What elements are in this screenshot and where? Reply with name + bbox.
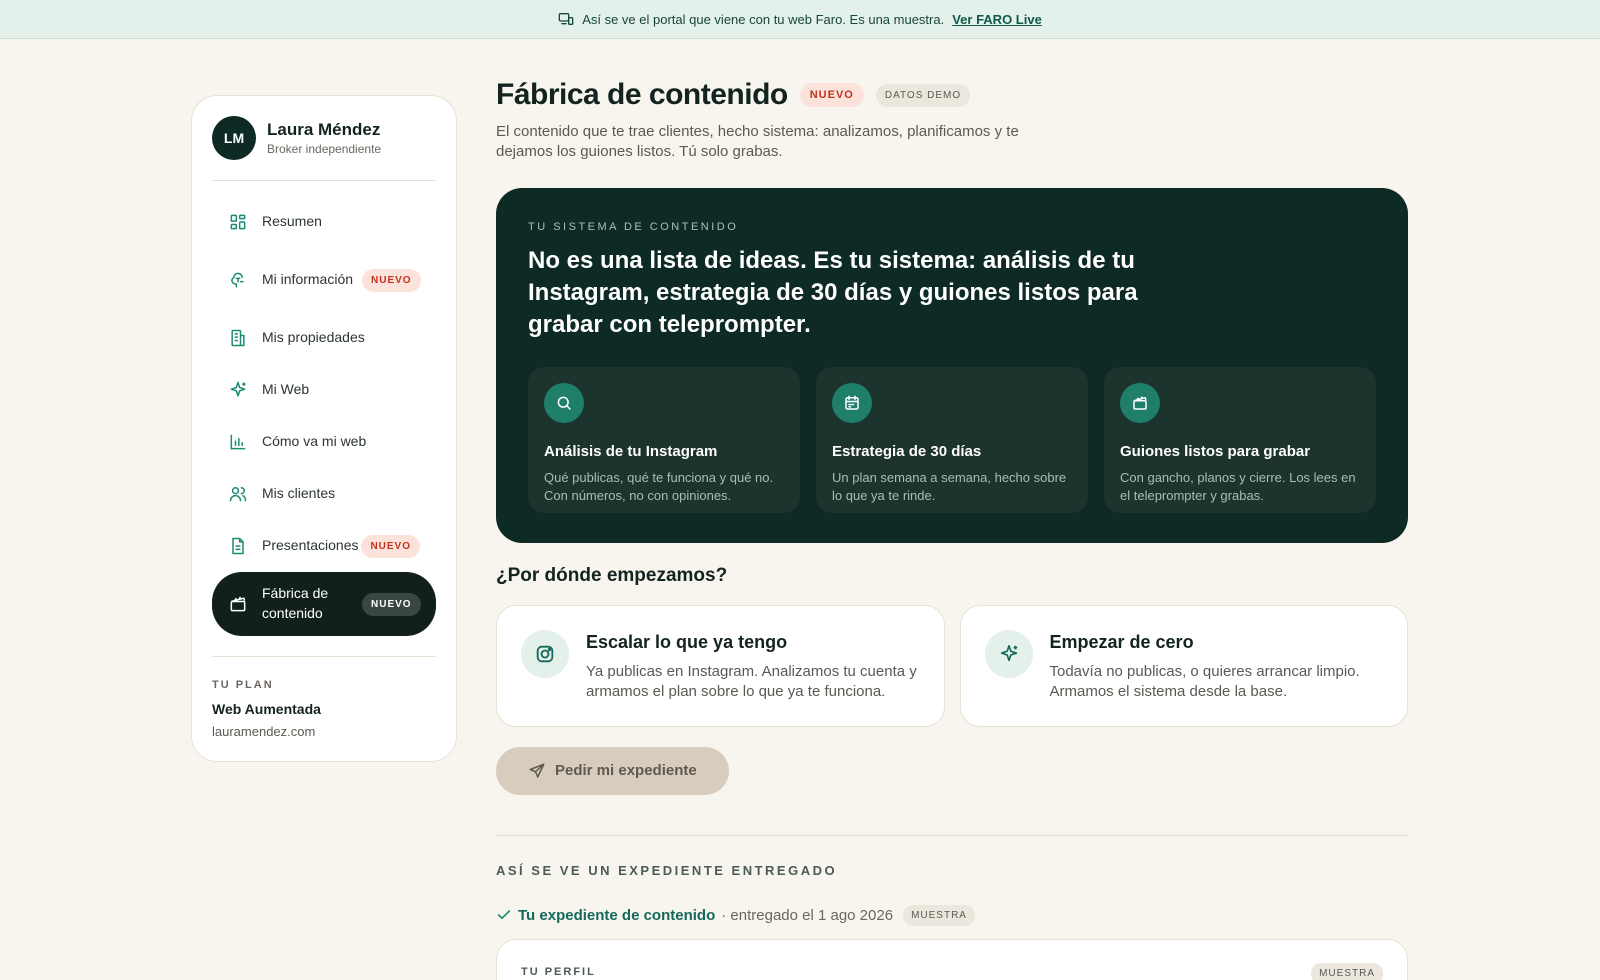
- search-icon: [544, 382, 584, 423]
- option-start-from-zero[interactable]: Empezar de cero Todavía no publicas, o q…: [959, 604, 1408, 727]
- page-subtitle: El contenido que te trae clientes, hecho…: [496, 123, 1019, 161]
- avatar: LM: [212, 116, 256, 160]
- sidebar-item-mis-propiedades[interactable]: Mis propiedades: [212, 312, 436, 364]
- hero-cards: Análisis de tu Instagram Qué publicas, q…: [528, 366, 1376, 513]
- sidebar-item-label: Mi Web: [262, 381, 310, 398]
- start-question: ¿Por dónde empezamos?: [496, 564, 728, 586]
- profile-card-label: TU PERFIL: [521, 966, 596, 978]
- banner-link[interactable]: Ver FARO Live: [952, 12, 1042, 27]
- sidebar: LM Laura Méndez Broker independiente Res…: [191, 95, 457, 762]
- plan-url[interactable]: lauramendez.com: [212, 724, 436, 739]
- main-content: Fábrica de contenido NUEVO DATOS DEMO El…: [496, 78, 1408, 980]
- instagram-icon: [521, 629, 569, 678]
- option-title: Escalar lo que ya tengo: [586, 631, 788, 652]
- sidebar-item-mi-informacion[interactable]: Mi información NUEVO: [212, 248, 436, 312]
- page-title: Fábrica de contenido: [496, 78, 788, 111]
- sidebar-item-como-va-mi-web[interactable]: Cómo va mi web: [212, 416, 436, 468]
- button-label: Pedir mi expediente: [555, 762, 697, 779]
- plan-label: TU PLAN: [212, 679, 274, 691]
- divider: [496, 834, 1408, 836]
- check-icon: [496, 907, 512, 923]
- hero-title: No es una lista de ideas. Es tu sistema:…: [528, 246, 1138, 339]
- feature-card-desc: Con gancho, planos y cierre. Los lees en…: [1120, 469, 1356, 503]
- sidebar-item-mis-clientes[interactable]: Mis clientes: [212, 468, 436, 520]
- feature-card-desc: Un plan semana a semana, hecho sobre lo …: [832, 469, 1067, 503]
- brain-icon: [228, 270, 248, 290]
- sidebar-item-label: Presentaciones: [262, 537, 359, 554]
- new-badge: NUEVO: [362, 268, 421, 292]
- document-icon: [228, 536, 248, 556]
- profile-card: TU PERFIL MUESTRA: [496, 939, 1408, 980]
- sidebar-item-label: Mi información: [262, 271, 354, 288]
- delivered-status: Tu expediente de contenido · entregado e…: [496, 904, 1408, 926]
- sparkle-icon: [984, 629, 1033, 678]
- option-scale-existing[interactable]: Escalar lo que ya tengo Ya publicas en I…: [496, 604, 945, 727]
- sidebar-item-fabrica-de-contenido[interactable]: Fábrica de contenido NUEVO: [212, 572, 436, 636]
- sidebar-item-mi-web[interactable]: Mi Web: [212, 364, 436, 416]
- feature-card-scripts: Guiones listos para grabar Con gancho, p…: [1104, 366, 1376, 513]
- sample-section-label: ASÍ SE VE UN EXPEDIENTE ENTREGADO: [496, 862, 838, 878]
- user-role: Broker independiente: [267, 142, 382, 156]
- sidebar-item-label: Mis clientes: [262, 485, 336, 502]
- plan-section: TU PLAN Web Aumentada lauramendez.com: [212, 656, 436, 739]
- feature-card-title: Estrategia de 30 días: [832, 442, 982, 460]
- delivered-title: Tu expediente de contenido: [518, 906, 716, 924]
- new-badge: NUEVO: [362, 592, 421, 616]
- clapperboard-icon: [228, 594, 248, 614]
- sidebar-item-label: Mis propiedades: [262, 329, 365, 346]
- option-desc: Todavía no publicas, o quieres arrancar …: [1049, 662, 1360, 700]
- sidebar-item-resumen[interactable]: Resumen: [212, 196, 436, 248]
- content-system-hero: TU SISTEMA DE CONTENIDO No es una lista …: [496, 187, 1408, 543]
- plan-name: Web Aumentada: [212, 701, 321, 717]
- sidebar-nav: Resumen Mi información NUEVO Mis propied…: [212, 196, 436, 636]
- calendar-icon: [832, 382, 872, 423]
- demo-data-badge: DATOS DEMO: [875, 83, 971, 107]
- user-name: Laura Méndez: [267, 120, 381, 139]
- send-icon: [528, 762, 546, 780]
- clapperboard-icon: [1120, 382, 1160, 423]
- bar-chart-icon: [228, 432, 248, 452]
- feature-card-title: Análisis de tu Instagram: [544, 442, 718, 460]
- sidebar-item-label: Cómo va mi web: [262, 433, 367, 450]
- sidebar-item-label: Resumen: [262, 213, 322, 230]
- request-dossier-button[interactable]: Pedir mi expediente: [496, 746, 729, 795]
- option-title: Empezar de cero: [1049, 631, 1194, 652]
- sidebar-item-label: Fábrica de contenido: [262, 585, 329, 621]
- feature-card-instagram-analysis: Análisis de tu Instagram Qué publicas, q…: [528, 366, 800, 513]
- user-profile: LM Laura Méndez Broker independiente: [212, 116, 436, 181]
- start-options: Escalar lo que ya tengo Ya publicas en I…: [496, 604, 1408, 727]
- sample-badge: MUESTRA: [903, 904, 975, 926]
- users-icon: [228, 484, 248, 504]
- feature-card-desc: Qué publicas, qué te funciona y qué no. …: [544, 469, 774, 503]
- sparkle-icon: [228, 380, 248, 400]
- delivered-date: · entregado el 1 ago 2026: [721, 906, 894, 924]
- hero-kicker: TU SISTEMA DE CONTENIDO: [528, 220, 739, 233]
- grid-icon: [228, 212, 248, 232]
- feature-card-title: Guiones listos para grabar: [1120, 442, 1311, 460]
- option-desc: Ya publicas en Instagram. Analizamos tu …: [586, 662, 917, 700]
- page-header: Fábrica de contenido NUEVO DATOS DEMO: [496, 78, 1408, 112]
- sidebar-item-presentaciones[interactable]: Presentaciones NUEVO: [212, 520, 436, 572]
- building-icon: [228, 328, 248, 348]
- monitor-phone-icon: [558, 11, 574, 27]
- banner-text: Así se ve el portal que viene con tu web…: [582, 11, 945, 27]
- feature-card-30-day-strategy: Estrategia de 30 días Un plan semana a s…: [816, 366, 1088, 513]
- new-badge: NUEVO: [799, 83, 864, 107]
- new-badge: NUEVO: [361, 534, 420, 558]
- demo-banner: Así se ve el portal que viene con tu web…: [0, 0, 1600, 39]
- sample-badge: MUESTRA: [1311, 963, 1383, 980]
